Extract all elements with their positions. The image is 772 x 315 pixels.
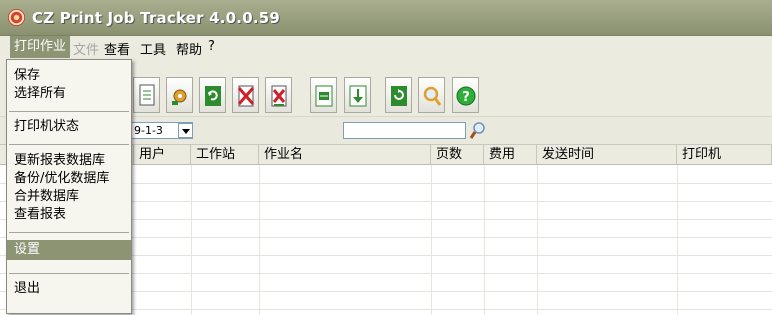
settings-gear-icon xyxy=(172,89,187,105)
column-divider xyxy=(484,165,485,315)
menu-item-exit[interactable]: 退出 xyxy=(7,280,131,298)
menu-bar: 打印作业 文件 查看 工具 帮助 ? xyxy=(0,36,772,59)
menu-view[interactable]: 查看 xyxy=(100,39,134,58)
column-header-workstation[interactable]: 工作站 xyxy=(191,145,259,165)
reload-button[interactable] xyxy=(385,77,412,113)
download-arrow-icon xyxy=(349,85,367,107)
menu-item-printer-status[interactable]: 打印机状态 xyxy=(7,118,131,136)
menu-file[interactable]: 文件 xyxy=(69,39,103,58)
refresh-button[interactable] xyxy=(199,77,226,113)
menu-item-settings[interactable]: 设置 xyxy=(7,240,131,260)
menu-item-backup-optimize-db[interactable]: 备份/优化数据库 xyxy=(7,170,131,188)
search-go-button[interactable] xyxy=(467,119,489,141)
download-button[interactable] xyxy=(344,77,371,113)
delete-document-button[interactable] xyxy=(265,77,292,113)
column-header-user[interactable]: 用户 xyxy=(134,145,191,165)
refresh-icon xyxy=(205,86,221,106)
search-icon xyxy=(423,86,442,106)
document-button[interactable] xyxy=(133,77,160,113)
column-divider xyxy=(431,165,432,315)
window-title: CZ Print Job Tracker 4.0.0.59 xyxy=(32,9,280,27)
menu-item-update-report-db[interactable]: 更新报表数据库 xyxy=(7,152,131,170)
menu-separator xyxy=(9,111,129,112)
help-button[interactable]: ? xyxy=(452,77,479,113)
menu-help[interactable]: 帮助 xyxy=(172,39,206,58)
magnifier-icon xyxy=(469,122,485,139)
menu-about[interactable]: ? xyxy=(204,39,219,54)
menu-separator xyxy=(9,144,129,145)
search-button[interactable] xyxy=(418,77,445,113)
settings-button[interactable] xyxy=(166,77,193,113)
column-header-pages[interactable]: 页数 xyxy=(431,145,484,165)
menu-print-job[interactable]: 打印作业 xyxy=(10,36,71,58)
document-icon xyxy=(139,84,155,106)
column-divider xyxy=(537,165,538,315)
menu-tools[interactable]: 工具 xyxy=(136,39,170,58)
menu-item-save[interactable]: 保存 xyxy=(7,67,131,85)
print-job-menu: 保存 选择所有 打印机状态 更新报表数据库 备份/优化数据库 合并数据库 查看报… xyxy=(6,59,132,314)
column-header-job-name[interactable]: 作业名 xyxy=(259,145,431,165)
column-divider xyxy=(677,165,678,315)
app-printer-icon xyxy=(8,9,25,26)
menu-separator xyxy=(9,273,129,274)
column-header-cost[interactable]: 费用 xyxy=(484,145,537,165)
list-icon xyxy=(315,85,333,107)
menu-item-merge-db[interactable]: 合并数据库 xyxy=(7,188,131,206)
reload-icon xyxy=(391,86,407,106)
help-icon: ? xyxy=(456,86,476,106)
delete-document-icon xyxy=(271,85,287,107)
menu-separator xyxy=(9,232,129,233)
column-header-printer[interactable]: 打印机 xyxy=(677,145,772,165)
delete-button[interactable] xyxy=(232,77,259,113)
title-bar: CZ Print Job Tracker 4.0.0.59 xyxy=(0,0,772,36)
svg-text:?: ? xyxy=(462,90,470,105)
column-divider xyxy=(191,165,192,315)
menu-item-view-report[interactable]: 查看报表 xyxy=(7,206,131,224)
search-input[interactable] xyxy=(343,122,466,139)
chevron-down-icon[interactable] xyxy=(178,123,193,138)
column-divider xyxy=(259,165,260,315)
column-header-sent-time[interactable]: 发送时间 xyxy=(537,145,677,165)
list-button[interactable] xyxy=(310,77,337,113)
menu-item-select-all[interactable]: 选择所有 xyxy=(7,85,131,103)
delete-icon xyxy=(237,85,255,107)
